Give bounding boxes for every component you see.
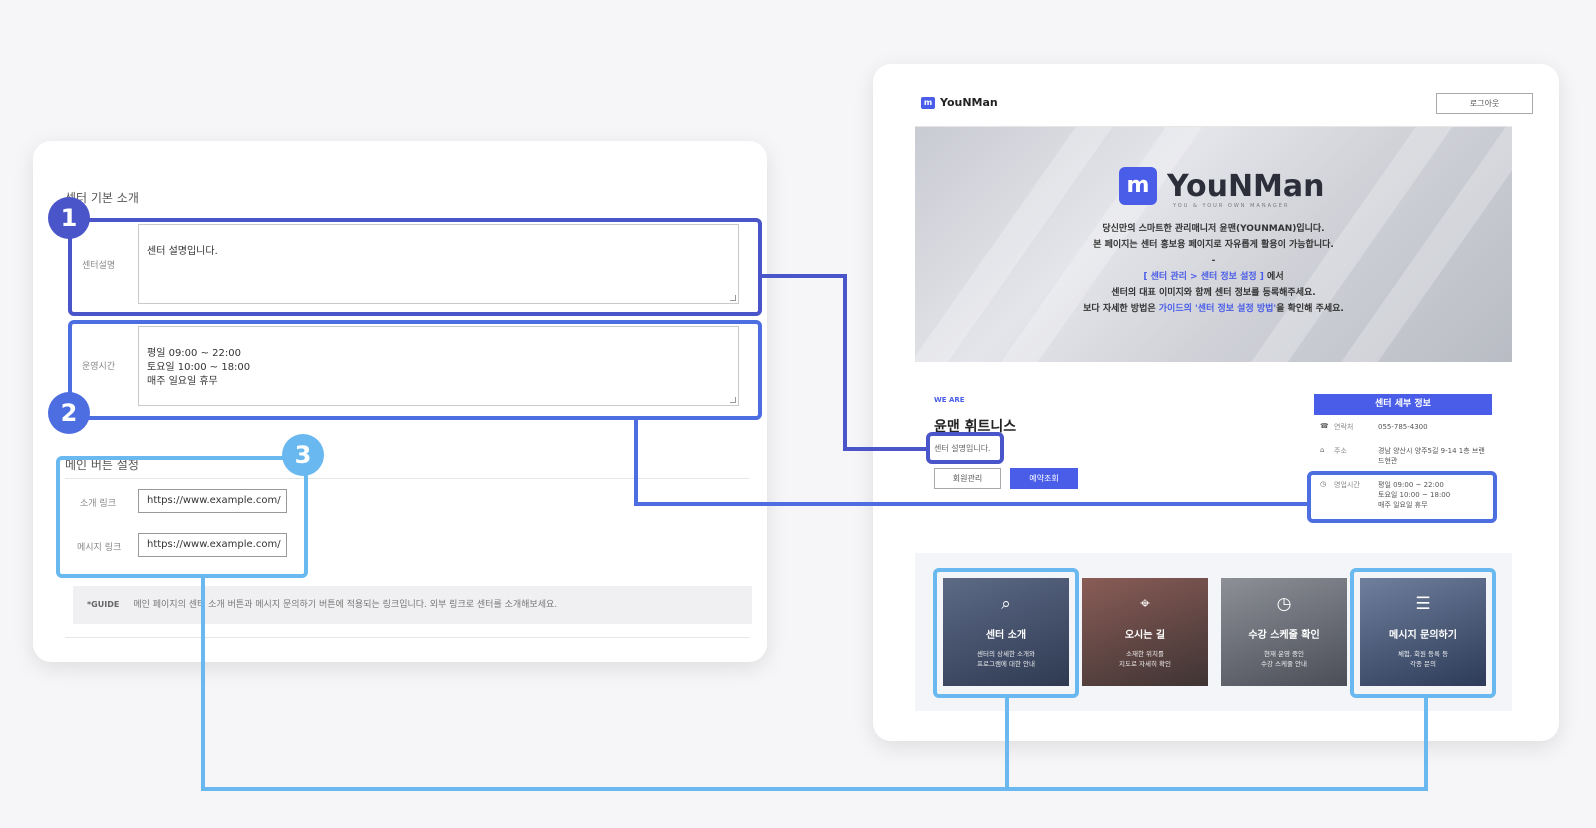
resize-grip-icon[interactable] xyxy=(730,397,736,403)
connector-line-1 xyxy=(843,447,927,451)
center-description: 센터 설명입니다. xyxy=(934,444,991,453)
hero-line: 당신만의 스마트한 관리매니저 윤맨(YOUNMAN)입니다. xyxy=(1102,224,1325,234)
step-badge-1: 1 xyxy=(48,197,90,239)
detail-row-address: ⌂ 주소 경남 양산시 양주5길 9-14 1층 브랜드현관 xyxy=(1320,446,1488,466)
message-icon: ☰ xyxy=(1415,594,1431,614)
guide-tag: *GUIDE xyxy=(87,600,120,609)
home-icon: ⌂ xyxy=(1320,446,1325,454)
clock-icon: ◷ xyxy=(1276,594,1292,614)
detail-value: 평일 09:00 ~ 22:00 토요일 10:00 ~ 18:00 매주 일요… xyxy=(1378,481,1451,509)
card-message-inquiry[interactable]: ☰ 메시지 문의하기 체험, 회원 등록 등 각종 문의 xyxy=(1360,578,1486,686)
message-link-label: 메시지 링크 xyxy=(77,543,122,553)
member-management-button[interactable]: 회원관리 xyxy=(934,468,1001,489)
guide-box: *GUIDE 메인 페이지의 센터 소개 버튼과 메시지 문의하기 버튼에 적용되… xyxy=(73,586,752,624)
card-schedule[interactable]: ◷ 수강 스케줄 확인 현재 운영 중인 수강 스케줄 안내 xyxy=(1221,578,1347,686)
card-title: 메시지 문의하기 xyxy=(1389,630,1457,641)
center-detail-header: 센터 세부 정보 xyxy=(1314,394,1492,415)
hero-line: - xyxy=(1211,256,1216,266)
connector-line-3 xyxy=(1424,697,1428,791)
card-description: 현재 운영 중인 수강 스케줄 안내 xyxy=(1261,650,1307,668)
we-are-label: WE ARE xyxy=(934,396,965,404)
intro-link-label: 소개 링크 xyxy=(80,499,116,509)
hero-line-text: 보다 자세한 방법은 xyxy=(1083,304,1159,314)
search-icon: ⌕ xyxy=(1001,594,1011,614)
hero-line: 센터의 대표 이미지와 함께 센터 정보를 등록해주세요. xyxy=(1111,288,1316,298)
detail-row-hours: ◷ 영업시간 평일 09:00 ~ 22:00 토요일 10:00 ~ 18:0… xyxy=(1320,480,1488,510)
hero-logo: m YouNMan xyxy=(1119,167,1325,205)
hero-logo-mark-icon: m xyxy=(1119,167,1157,205)
card-title: 수강 스케줄 확인 xyxy=(1248,630,1320,641)
message-link-input[interactable]: https://www.example.com/ xyxy=(138,533,287,557)
step-badge-3: 3 xyxy=(282,434,324,476)
hero-tagline: YOU & YOUR OWN MANAGER xyxy=(1173,203,1290,209)
card-title: 오시는 길 xyxy=(1124,630,1166,641)
section-title-buttons: 메인 버튼 설정 xyxy=(65,458,139,472)
detail-value: 055-785-4300 xyxy=(1378,423,1428,431)
logo-mark-icon: m xyxy=(921,96,935,109)
connector-line-3 xyxy=(201,578,205,791)
guide-text: 메인 페이지의 센터 소개 버튼과 메시지 문의하기 버튼에 적용되는 링크입니… xyxy=(133,600,558,610)
card-description: 센터의 상세한 소개와 프로그램에 대한 안내 xyxy=(977,650,1035,668)
connector-line-1 xyxy=(760,274,844,278)
hours-value: 평일 09:00 ~ 22:00 토요일 10:00 ~ 18:00 매주 일요… xyxy=(147,348,251,387)
hero-logo-text: YouNMan xyxy=(1167,168,1325,204)
brand-name: YouNMan xyxy=(940,96,998,109)
hero-text: 당신만의 스마트한 관리매니저 윤맨(YOUNMAN)입니다. 본 페이지는 센… xyxy=(915,221,1512,317)
detail-value: 경남 양산시 양주5길 9-14 1층 브랜드현관 xyxy=(1378,447,1485,465)
hero-line: 보다 자세한 방법은 가이드의 '센터 정보 설정 방법'을 확인해 주세요. xyxy=(915,301,1512,317)
detail-key: 연락처 xyxy=(1334,423,1354,431)
step-badge-2: 2 xyxy=(48,392,90,434)
resize-grip-icon[interactable] xyxy=(730,295,736,301)
detail-row-phone: ☎ 연락처 055-785-4300 xyxy=(1320,422,1488,432)
guide-link[interactable]: 가이드의 '센터 정보 설정 방법' xyxy=(1159,304,1276,314)
description-value: 센터 설명입니다. xyxy=(147,246,218,257)
card-description: 소재한 위치를 지도로 자세히 확인 xyxy=(1119,650,1171,668)
hero-banner: m YouNMan YOU & YOUR OWN MANAGER 당신만의 스마… xyxy=(915,127,1512,362)
hours-textarea[interactable]: 평일 09:00 ~ 22:00 토요일 10:00 ~ 18:00 매주 일요… xyxy=(138,326,739,406)
hours-label: 운영시간 xyxy=(82,362,116,372)
card-title: 센터 소개 xyxy=(985,630,1027,641)
description-textarea[interactable]: 센터 설명입니다. xyxy=(138,224,739,304)
clock-icon: ◷ xyxy=(1320,480,1327,488)
card-directions[interactable]: ⌖ 오시는 길 소재한 위치를 지도로 자세히 확인 xyxy=(1082,578,1208,686)
connector-line-3 xyxy=(1005,697,1009,791)
booking-lookup-button[interactable]: 예약조회 xyxy=(1010,468,1078,489)
hero-line: [ 센터 관리 > 센터 정보 설정 ] 에서 xyxy=(915,269,1512,285)
divider xyxy=(65,637,749,638)
card-description: 체험, 회원 등록 등 각종 문의 xyxy=(1397,650,1449,668)
detail-key: 주소 xyxy=(1334,447,1347,455)
connector-line-2 xyxy=(634,419,638,506)
logout-button[interactable]: 로그아웃 xyxy=(1436,93,1533,114)
hero-line-text: 을 확인해 주세요. xyxy=(1276,304,1344,314)
brand-logo[interactable]: m YouNMan xyxy=(921,96,998,109)
center-name: 윤맨 휘트니스 xyxy=(934,419,1017,435)
hero-line: 본 페이지는 센터 홍보용 페이지로 자유롭게 활용이 가능합니다. xyxy=(1093,240,1334,250)
detail-key: 영업시간 xyxy=(1334,481,1360,489)
divider xyxy=(65,478,749,479)
card-center-intro[interactable]: ⌕ 센터 소개 센터의 상세한 소개와 프로그램에 대한 안내 xyxy=(943,578,1069,686)
connector-line-2 xyxy=(634,502,1307,506)
location-pin-icon: ⌖ xyxy=(1140,594,1150,614)
description-label: 센터설명 xyxy=(82,261,116,271)
connector-line-3 xyxy=(201,787,1428,791)
settings-path-link[interactable]: [ 센터 관리 > 센터 정보 설정 ] xyxy=(1143,272,1264,282)
connector-line-1 xyxy=(843,274,847,451)
phone-icon: ☎ xyxy=(1320,422,1329,430)
hero-line-text: 에서 xyxy=(1263,272,1284,282)
intro-link-input[interactable]: https://www.example.com/ xyxy=(138,489,287,513)
